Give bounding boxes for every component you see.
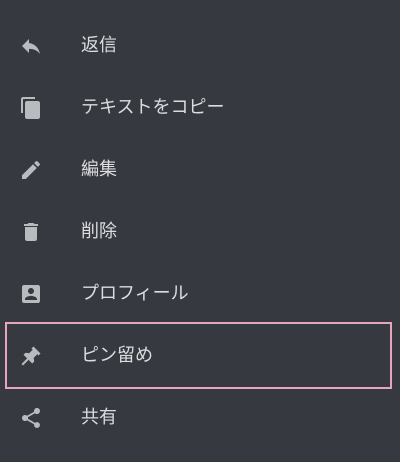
pencil-icon bbox=[19, 158, 43, 182]
menu-item-label: ピン留め bbox=[81, 345, 153, 366]
context-menu: 返信 テキストをコピー 編集 削除 プロフィール ピン留め 共有 bbox=[0, 0, 400, 462]
menu-item-profile[interactable]: プロフィール bbox=[0, 263, 400, 325]
menu-item-label: 共有 bbox=[81, 407, 117, 428]
menu-item-label: 返信 bbox=[81, 35, 117, 56]
copy-icon bbox=[19, 96, 43, 120]
menu-item-reply[interactable]: 返信 bbox=[0, 15, 400, 77]
menu-item-delete[interactable]: 削除 bbox=[0, 201, 400, 263]
menu-item-label: 編集 bbox=[81, 159, 117, 180]
profile-icon bbox=[19, 282, 43, 306]
pin-icon bbox=[19, 344, 43, 368]
menu-item-label: プロフィール bbox=[81, 283, 189, 304]
menu-item-copy-text[interactable]: テキストをコピー bbox=[0, 77, 400, 139]
menu-item-label: 削除 bbox=[81, 221, 117, 242]
menu-item-label: テキストをコピー bbox=[81, 97, 225, 118]
trash-icon bbox=[19, 220, 43, 244]
menu-item-edit[interactable]: 編集 bbox=[0, 139, 400, 201]
share-icon bbox=[19, 406, 43, 430]
reply-icon bbox=[19, 34, 43, 58]
menu-item-pin[interactable]: ピン留め bbox=[0, 325, 400, 387]
menu-item-share[interactable]: 共有 bbox=[0, 387, 400, 449]
